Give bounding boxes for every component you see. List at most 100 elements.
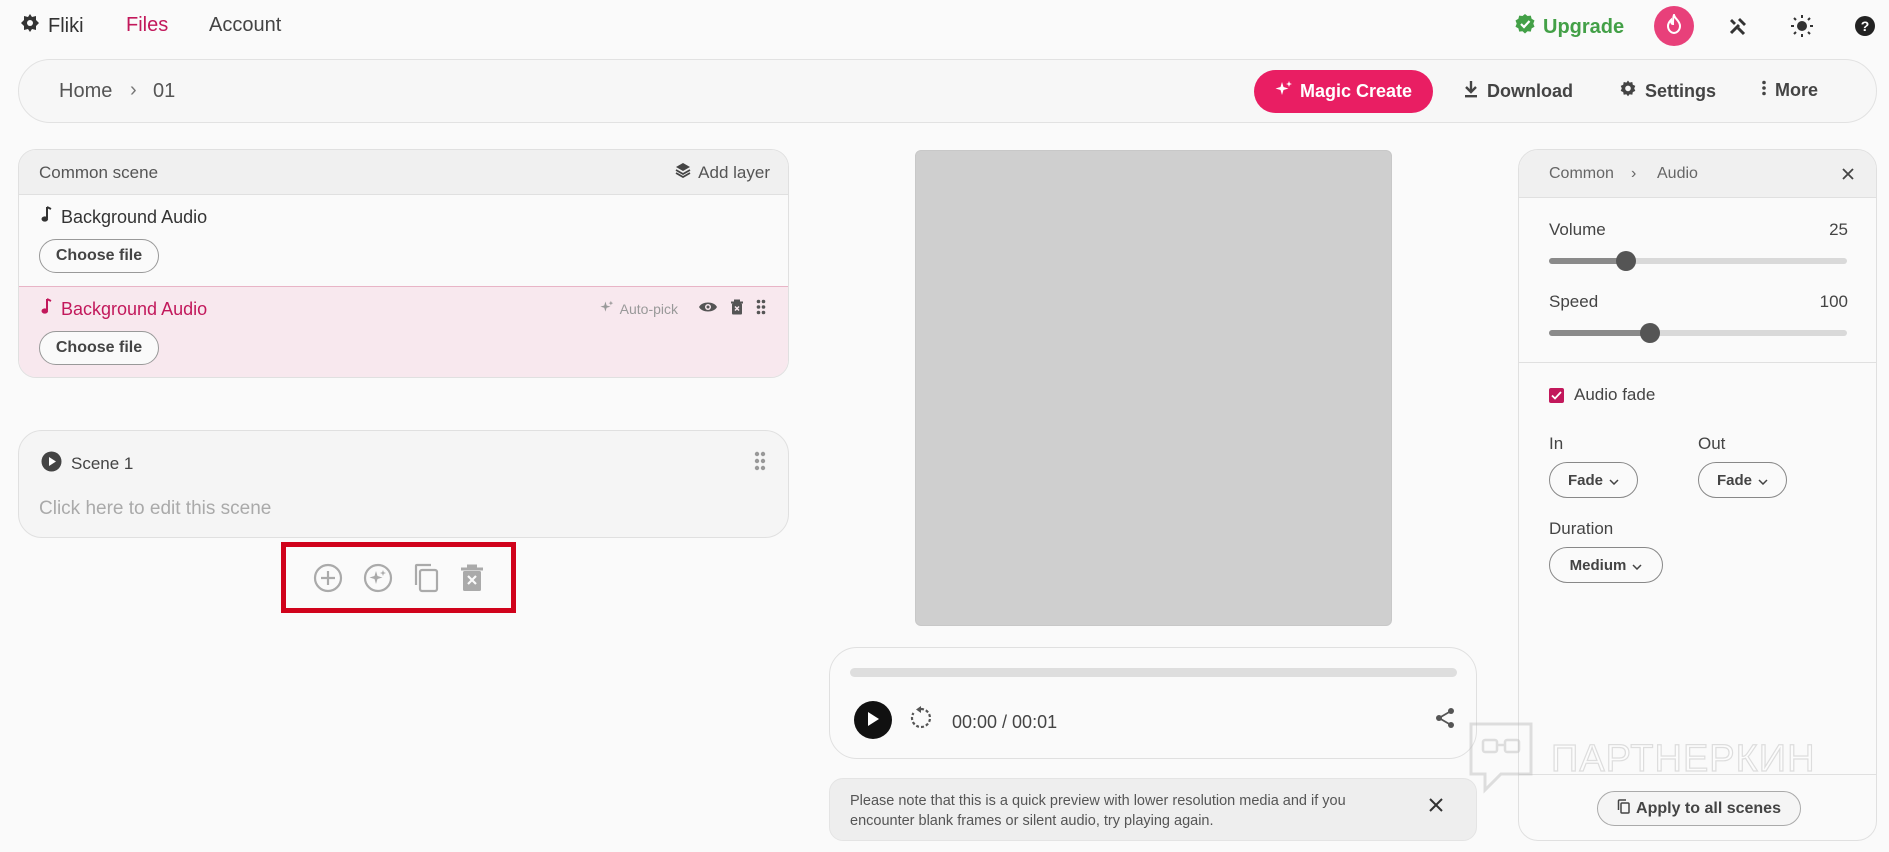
- drag-handle-icon[interactable]: [754, 451, 766, 476]
- top-nav: Fliki Files Account Upgrade ?: [0, 0, 1889, 52]
- audio-fade-checkbox[interactable]: [1549, 387, 1564, 403]
- settings-button[interactable]: Settings: [1619, 80, 1716, 103]
- svg-text:?: ?: [1861, 18, 1870, 34]
- watermark-logo-icon: [1465, 718, 1537, 801]
- common-scene-title: Common scene: [39, 163, 159, 182]
- notice-text: Please note that this is a quick preview…: [850, 793, 1346, 829]
- download-button[interactable]: Download: [1463, 80, 1573, 103]
- auto-pick-button[interactable]: Auto-pick: [600, 300, 678, 317]
- speed-slider[interactable]: [1549, 323, 1847, 343]
- download-label: Download: [1487, 81, 1573, 101]
- play-button[interactable]: [854, 701, 892, 739]
- breadcrumb-separator: ›: [130, 79, 137, 101]
- volume-slider[interactable]: [1549, 251, 1847, 271]
- replay-icon[interactable]: [908, 705, 934, 736]
- brand[interactable]: Fliki: [20, 13, 84, 39]
- share-icon[interactable]: [1434, 707, 1456, 734]
- choose-file-button[interactable]: Choose file: [39, 239, 159, 273]
- magic-create-button[interactable]: Magic Create: [1254, 70, 1433, 113]
- music-note-icon: [41, 298, 52, 320]
- layer-title: Background Audio: [41, 206, 207, 228]
- layer-row[interactable]: Background Audio Choose file: [19, 195, 788, 286]
- fade-in-select[interactable]: Fade: [1549, 462, 1638, 498]
- panel-header: Common › Audio: [1519, 150, 1876, 198]
- eye-icon[interactable]: [698, 300, 718, 317]
- volume-slider-fill: [1549, 258, 1627, 264]
- add-layer-label: Add layer: [698, 162, 770, 182]
- duration-value: Medium: [1569, 556, 1627, 574]
- chevron-down-icon: [1758, 472, 1768, 489]
- speed-slider-thumb[interactable]: [1640, 323, 1661, 343]
- close-icon[interactable]: [1428, 797, 1444, 818]
- copy-icon: [1617, 798, 1630, 819]
- panel-crumb-audio: Audio: [1657, 165, 1698, 182]
- add-scene-icon[interactable]: [313, 563, 343, 593]
- more-label: More: [1775, 80, 1819, 100]
- panel-divider: [1519, 362, 1876, 363]
- panel-crumb-common[interactable]: Common: [1549, 165, 1614, 183]
- sparkle-icon: [1275, 80, 1293, 103]
- watermark: ПАРТНЕРКИН: [1465, 718, 1816, 801]
- audio-fade-checkbox-row[interactable]: Audio fade: [1549, 385, 1655, 405]
- nav-account[interactable]: Account: [209, 14, 281, 37]
- nav-files[interactable]: Files: [126, 14, 168, 37]
- add-layer-button[interactable]: Add layer: [675, 162, 770, 183]
- avatar[interactable]: [1654, 6, 1694, 46]
- tools-icon[interactable]: [1725, 13, 1751, 39]
- fade-out-select[interactable]: Fade: [1698, 462, 1787, 498]
- speed-label: Speed: [1549, 292, 1599, 311]
- download-icon: [1463, 80, 1479, 103]
- layer-row-selected[interactable]: Background Audio Auto-pick Choose file: [19, 286, 788, 377]
- upgrade-link[interactable]: Upgrade: [1514, 13, 1624, 41]
- layer-row-tools: Auto-pick: [600, 299, 766, 318]
- more-vertical-icon: [1761, 80, 1767, 101]
- panel-crumb-separator: ›: [1631, 165, 1637, 182]
- audio-fade-label: Audio fade: [1574, 385, 1656, 404]
- drag-handle-icon[interactable]: [756, 299, 766, 318]
- breadcrumb-home[interactable]: Home: [59, 80, 112, 103]
- video-preview[interactable]: [915, 150, 1392, 626]
- brand-name: Fliki: [48, 14, 84, 37]
- gear-icon: [1619, 80, 1637, 103]
- chevron-down-icon: [1609, 472, 1619, 489]
- preview-notice: Please note that this is a quick preview…: [829, 778, 1477, 841]
- more-button[interactable]: More: [1761, 80, 1818, 101]
- volume-label: Volume: [1549, 220, 1606, 239]
- speed-value: 100: [1819, 292, 1848, 311]
- delete-icon[interactable]: [730, 299, 744, 318]
- duplicate-scene-icon[interactable]: [412, 563, 440, 593]
- scene-card[interactable]: Scene 1 Click here to edit this scene: [18, 430, 789, 538]
- play-icon: [866, 711, 880, 730]
- scene-header: Scene 1: [41, 451, 133, 477]
- auto-pick-label: Auto-pick: [619, 300, 678, 317]
- volume-slider-thumb[interactable]: [1616, 251, 1637, 271]
- sparkle-icon: [600, 300, 614, 317]
- playback-progress-bar[interactable]: [850, 668, 1457, 677]
- flame-icon: [1665, 11, 1683, 39]
- volume-value: 25: [1829, 220, 1848, 239]
- scene-actions-highlight: [281, 542, 516, 613]
- scene-title: Scene 1: [71, 454, 134, 473]
- magic-scene-icon[interactable]: [363, 563, 393, 593]
- choose-file-button[interactable]: Choose file: [39, 331, 159, 365]
- close-icon[interactable]: [1841, 166, 1855, 186]
- fade-in-label: In: [1549, 434, 1564, 453]
- common-scene-header: Common scene Add layer: [19, 150, 788, 195]
- music-note-icon: [41, 206, 52, 228]
- magic-create-label: Magic Create: [1299, 81, 1413, 101]
- breadcrumb-file[interactable]: 01: [153, 80, 175, 103]
- layer-title: Background Audio: [41, 298, 207, 320]
- fade-in-value: Fade: [1567, 471, 1603, 489]
- duration-select[interactable]: Medium: [1549, 547, 1663, 583]
- common-scene-card: Common scene Add layer Background Audio …: [18, 149, 789, 378]
- settings-label: Settings: [1645, 81, 1717, 101]
- apply-label: Apply to all scenes: [1636, 799, 1781, 817]
- layer-name: Background Audio: [61, 298, 208, 319]
- playback-time: 00:00 / 00:01: [952, 712, 1058, 732]
- play-circle-icon: [41, 451, 62, 477]
- help-icon[interactable]: ?: [1852, 13, 1878, 39]
- scene-edit-placeholder[interactable]: Click here to edit this scene: [39, 498, 271, 520]
- fade-out-label: Out: [1698, 434, 1726, 453]
- delete-scene-icon[interactable]: [460, 564, 484, 592]
- theme-sun-icon[interactable]: [1789, 13, 1815, 39]
